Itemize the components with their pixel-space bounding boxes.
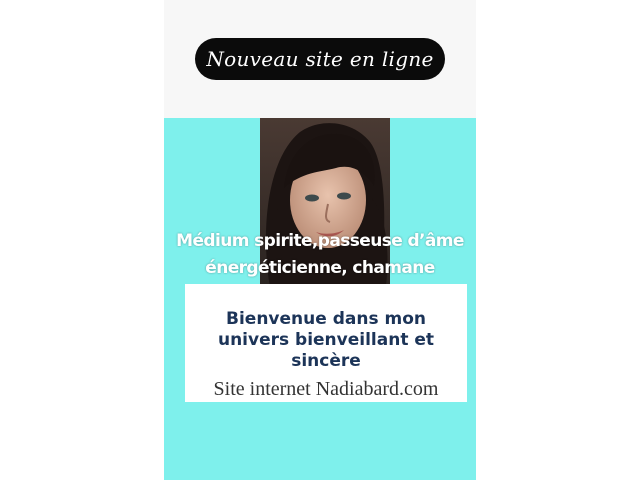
poster: Nouveau site en ligne Médium spirite,pas… — [164, 0, 476, 480]
tagline-line-1: Médium spirite,passeuse d’âme — [176, 231, 464, 251]
top-band: Nouveau site en ligne — [164, 0, 476, 118]
welcome-line-1: Bienvenue dans mon — [226, 309, 426, 329]
welcome-line-2: univers bienveillant et — [217, 330, 435, 350]
tagline-line-2: énergéticienne, chamane — [205, 258, 435, 278]
welcome-heading: Bienvenue dans mon univers bienveillant … — [185, 309, 467, 372]
site-url-text: Site internet Nadiabard.com — [213, 378, 439, 400]
welcome-line-3: sincère — [291, 351, 361, 371]
welcome-card: Bienvenue dans mon univers bienveillant … — [185, 284, 467, 402]
tagline: Médium spirite,passeuse d’âme énergétici… — [164, 228, 476, 282]
announcement-pill: Nouveau site en ligne — [195, 38, 445, 80]
announcement-label: Nouveau site en ligne — [206, 47, 434, 71]
